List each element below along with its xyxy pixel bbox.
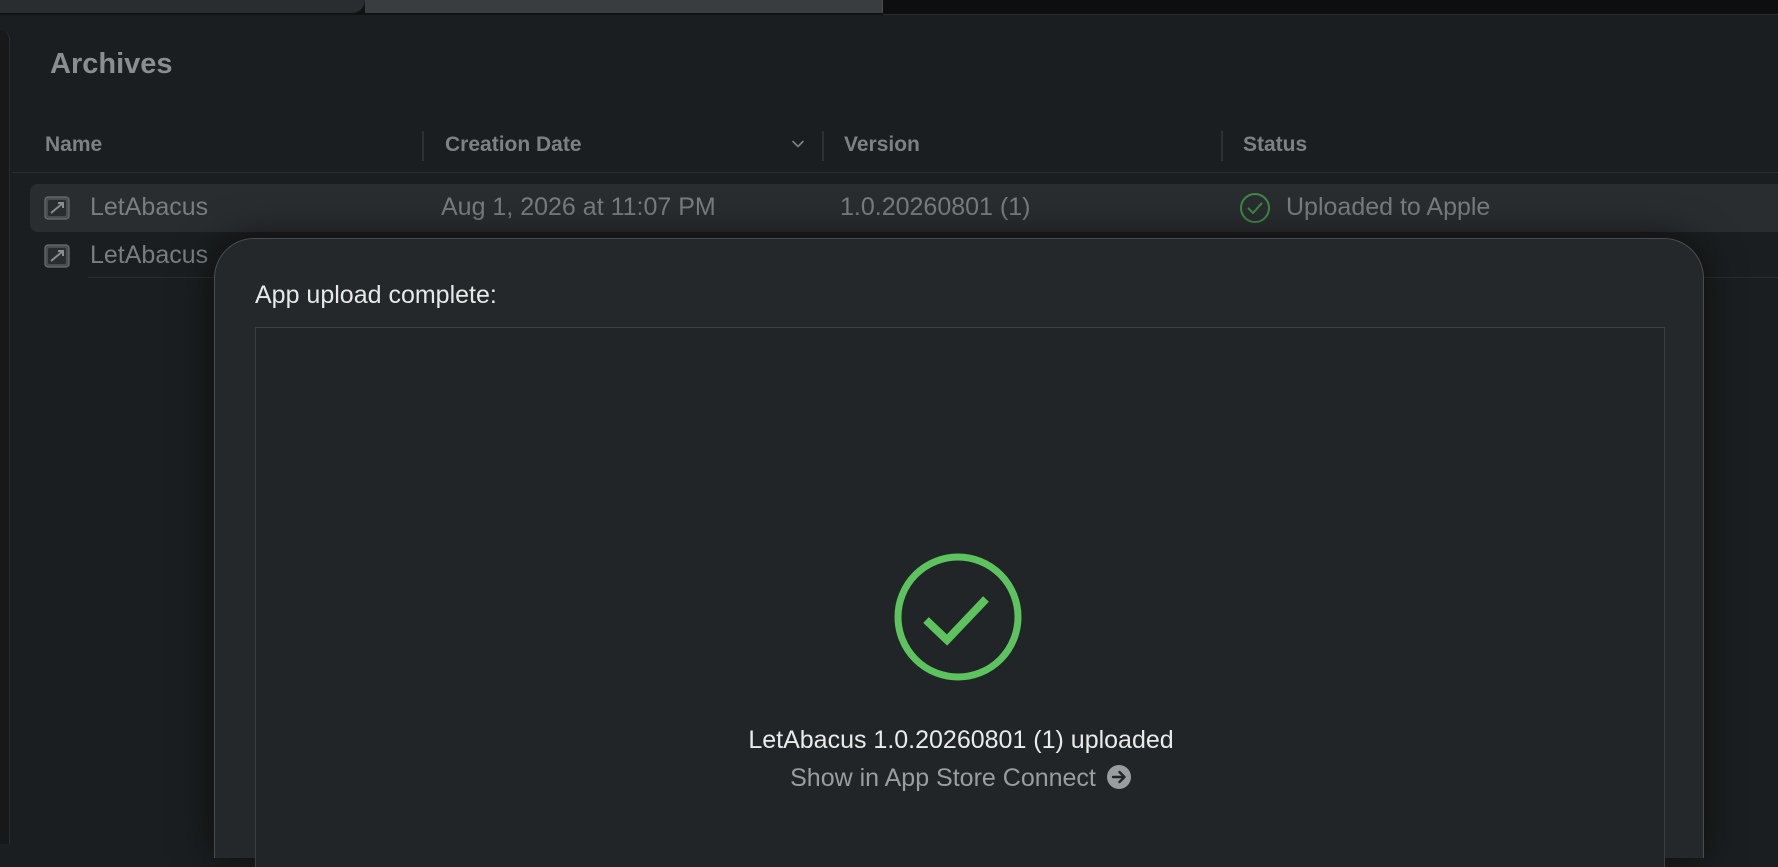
sheet-heading: App upload complete: xyxy=(255,281,497,309)
sidebar-edge xyxy=(0,30,10,844)
column-divider[interactable] xyxy=(422,131,424,161)
page-title: Archives xyxy=(50,48,173,80)
arrow-right-circle-icon[interactable] xyxy=(1106,764,1132,790)
header-separator xyxy=(12,172,1778,173)
column-divider[interactable] xyxy=(822,131,824,161)
archive-status: Uploaded to Apple xyxy=(1286,193,1491,221)
column-header-name[interactable]: Name xyxy=(45,133,102,157)
titlebar-segment xyxy=(883,0,1778,15)
upload-complete-sheet: App upload complete: LetAbacus 1.0.20260… xyxy=(214,238,1704,867)
checkmark-circle-icon xyxy=(894,553,1022,681)
archive-creation-date: Aug 1, 2026 at 11:07 PM xyxy=(441,193,716,221)
window-titlebar-strip xyxy=(0,0,1778,15)
archive-icon xyxy=(44,196,70,220)
titlebar-segment xyxy=(365,0,883,13)
archive-icon xyxy=(44,244,70,268)
titlebar-segment xyxy=(0,0,365,13)
column-header-status[interactable]: Status xyxy=(1243,133,1307,157)
upload-result-panel: LetAbacus 1.0.20260801 (1) uploaded Show… xyxy=(255,327,1665,867)
table-row[interactable]: LetAbacus Aug 1, 2026 at 11:07 PM 1.0.20… xyxy=(30,184,1778,232)
column-header-version[interactable]: Version xyxy=(844,133,920,157)
column-header-creation-date[interactable]: Creation Date xyxy=(445,133,582,157)
checkmark-circle-icon xyxy=(1240,193,1270,223)
column-divider[interactable] xyxy=(1221,131,1223,161)
archive-version: 1.0.20260801 (1) xyxy=(840,193,1031,221)
show-in-app-store-connect-link[interactable]: Show in App Store Connect xyxy=(256,764,1666,793)
archive-name: LetAbacus xyxy=(90,241,209,269)
archive-name: LetAbacus xyxy=(90,193,209,221)
upload-result-text: LetAbacus 1.0.20260801 (1) uploaded xyxy=(748,726,1174,754)
link-label: Show in App Store Connect xyxy=(790,764,1096,792)
chevron-down-icon[interactable] xyxy=(792,138,804,150)
